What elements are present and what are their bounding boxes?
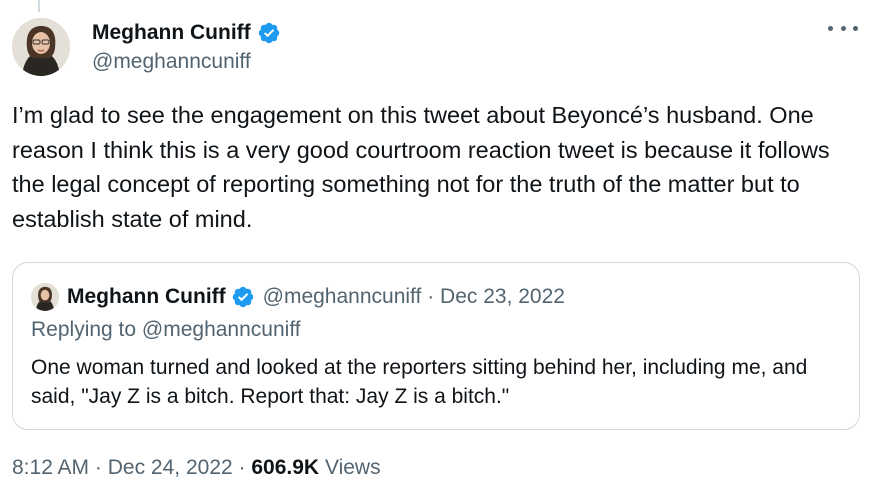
replying-to-line: Replying to @meghanncuniff [31,318,301,342]
author-avatar[interactable] [12,18,70,76]
quoted-tweet[interactable]: Meghann Cuniff @meghanncuniff · Dec 23, … [12,262,860,430]
tweet-footer: 8:12 AM · Dec 24, 2022 · 606.9K Views [12,456,381,480]
views-label: Views [324,456,381,479]
replying-to-handle[interactable]: @meghanncuniff [142,318,301,341]
tweet-text: I’m glad to see the engagement on this t… [12,102,830,232]
separator-dot: · [427,285,435,308]
quoted-author-display-name[interactable]: Meghann Cuniff [67,285,226,309]
author-names: Meghann Cuniff @meghanncuniff [92,18,281,74]
thread-connector-line [38,0,40,12]
quoted-tweet-header: Meghann Cuniff @meghanncuniff · Dec 23, … [31,283,565,311]
more-dot [853,25,858,31]
author-handle[interactable]: @meghanncuniff [92,50,281,74]
avatar-image [12,18,70,76]
footer-separator: · [94,456,102,479]
tweet-time[interactable]: 8:12 AM [12,456,89,479]
quoted-meta-separator: · [421,285,440,309]
quoted-avatar-image [31,283,59,311]
tweet-date[interactable]: Dec 24, 2022 [108,456,233,479]
replying-to-prefix: Replying to [31,318,142,341]
display-name-row: Meghann Cuniff [92,18,281,48]
views-count[interactable]: 606.9K [251,456,319,479]
more-dot [828,25,833,31]
quoted-tweet-text: One woman turned and looked at the repor… [31,356,808,408]
tweet-page: Meghann Cuniff @meghanncuniff I’m glad t… [0,0,878,496]
more-dot [840,25,846,31]
author-display-name[interactable]: Meghann Cuniff [92,21,251,45]
quoted-verified-badge-icon[interactable] [231,285,255,309]
quoted-date[interactable]: Dec 23, 2022 [440,285,565,309]
quoted-author-avatar[interactable] [31,283,59,311]
footer-separator: · [238,456,246,479]
more-options-icon[interactable] [828,16,858,40]
tweet-header: Meghann Cuniff @meghanncuniff [12,16,862,80]
verified-badge-icon[interactable] [257,21,281,45]
quoted-author-handle[interactable]: @meghanncuniff [263,285,422,309]
